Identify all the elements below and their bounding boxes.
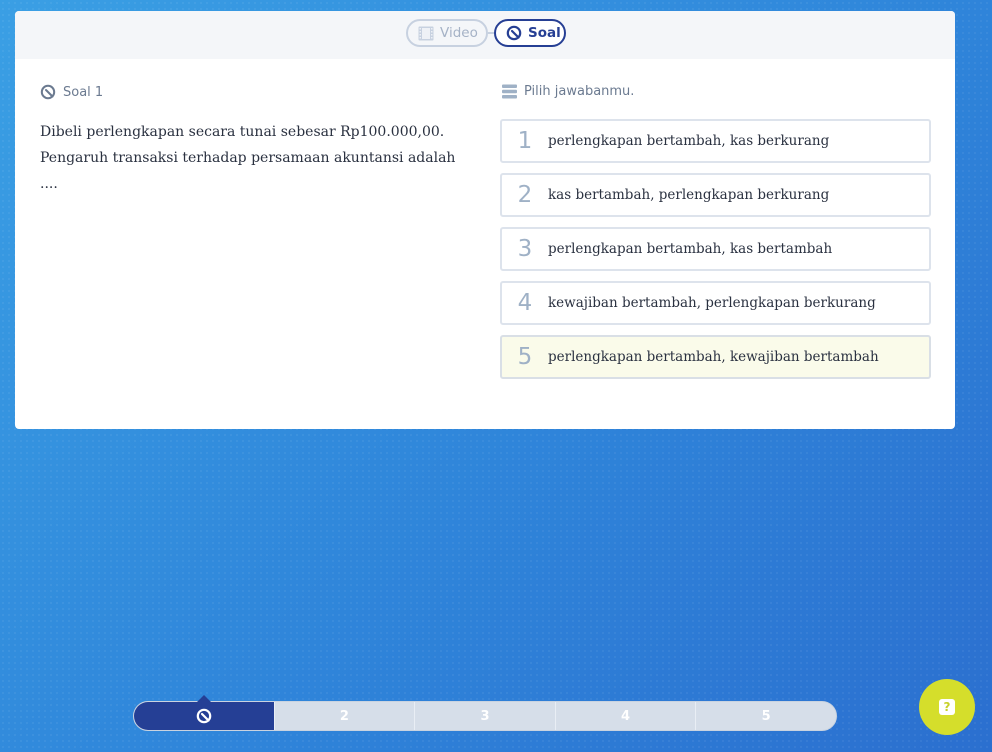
question-text: Dibeli perlengkapan secara tunai sebesar… xyxy=(40,124,456,192)
tab-switch: Video Soal xyxy=(406,19,566,47)
option-number: 2 xyxy=(517,182,533,208)
quiz-icon xyxy=(506,25,522,41)
nav-item-3[interactable]: 3 xyxy=(414,702,555,730)
nav-item-1[interactable] xyxy=(134,695,274,730)
nav-item-4[interactable]: 4 xyxy=(554,702,696,730)
tab-video[interactable]: Video xyxy=(406,19,488,47)
card-header: Video Soal xyxy=(15,11,955,59)
option-text: perlengkapan bertambah, kas berkurang xyxy=(548,133,830,149)
answer-option[interactable]: 3 perlengkapan bertambah, kas bertambah xyxy=(500,227,931,271)
option-number: 3 xyxy=(517,236,533,262)
nav-item-2[interactable]: 2 xyxy=(273,702,415,730)
option-text: kewajiban bertambah, perlengkapan berkur… xyxy=(548,295,876,311)
list-icon xyxy=(502,84,517,99)
option-number: 4 xyxy=(517,290,533,316)
answer-option[interactable]: 2 kas bertambah, perlengkapan berkurang xyxy=(500,173,931,217)
answer-option[interactable]: 1 perlengkapan bertambah, kas berkurang xyxy=(500,119,931,163)
tab-video-label: Video xyxy=(440,25,478,41)
answer-option[interactable]: 4 kewajiban bertambah, perlengkapan berk… xyxy=(500,281,931,325)
answer-heading-label: Pilih jawabanmu. xyxy=(524,84,635,99)
question-heading: Soal 1 xyxy=(40,84,103,100)
option-number: 5 xyxy=(517,344,533,370)
quiz-icon xyxy=(40,84,56,100)
option-text: kas bertambah, perlengkapan berkurang xyxy=(548,187,830,203)
quiz-card: Video Soal Soal 1 Dibeli perlengkapan se… xyxy=(15,11,955,429)
option-text: perlengkapan bertambah, kewajiban bertam… xyxy=(548,349,879,365)
answer-options: 1 perlengkapan bertambah, kas berkurang … xyxy=(500,119,931,389)
option-number: 1 xyxy=(517,128,533,154)
tab-soal[interactable]: Soal xyxy=(494,19,566,47)
help-button[interactable]: ? xyxy=(919,679,975,735)
film-icon xyxy=(418,26,434,41)
tab-soal-label: Soal xyxy=(528,25,561,41)
help-icon: ? xyxy=(939,699,955,715)
option-text: perlengkapan bertambah, kas bertambah xyxy=(548,241,833,257)
question-heading-label: Soal 1 xyxy=(63,84,104,100)
quiz-icon xyxy=(196,708,212,724)
question-progress-nav: 2 3 4 5 xyxy=(133,695,837,731)
answer-heading: Pilih jawabanmu. xyxy=(502,84,634,99)
answer-option[interactable]: 5 perlengkapan bertambah, kewajiban bert… xyxy=(500,335,931,379)
nav-item-5[interactable]: 5 xyxy=(695,702,836,730)
